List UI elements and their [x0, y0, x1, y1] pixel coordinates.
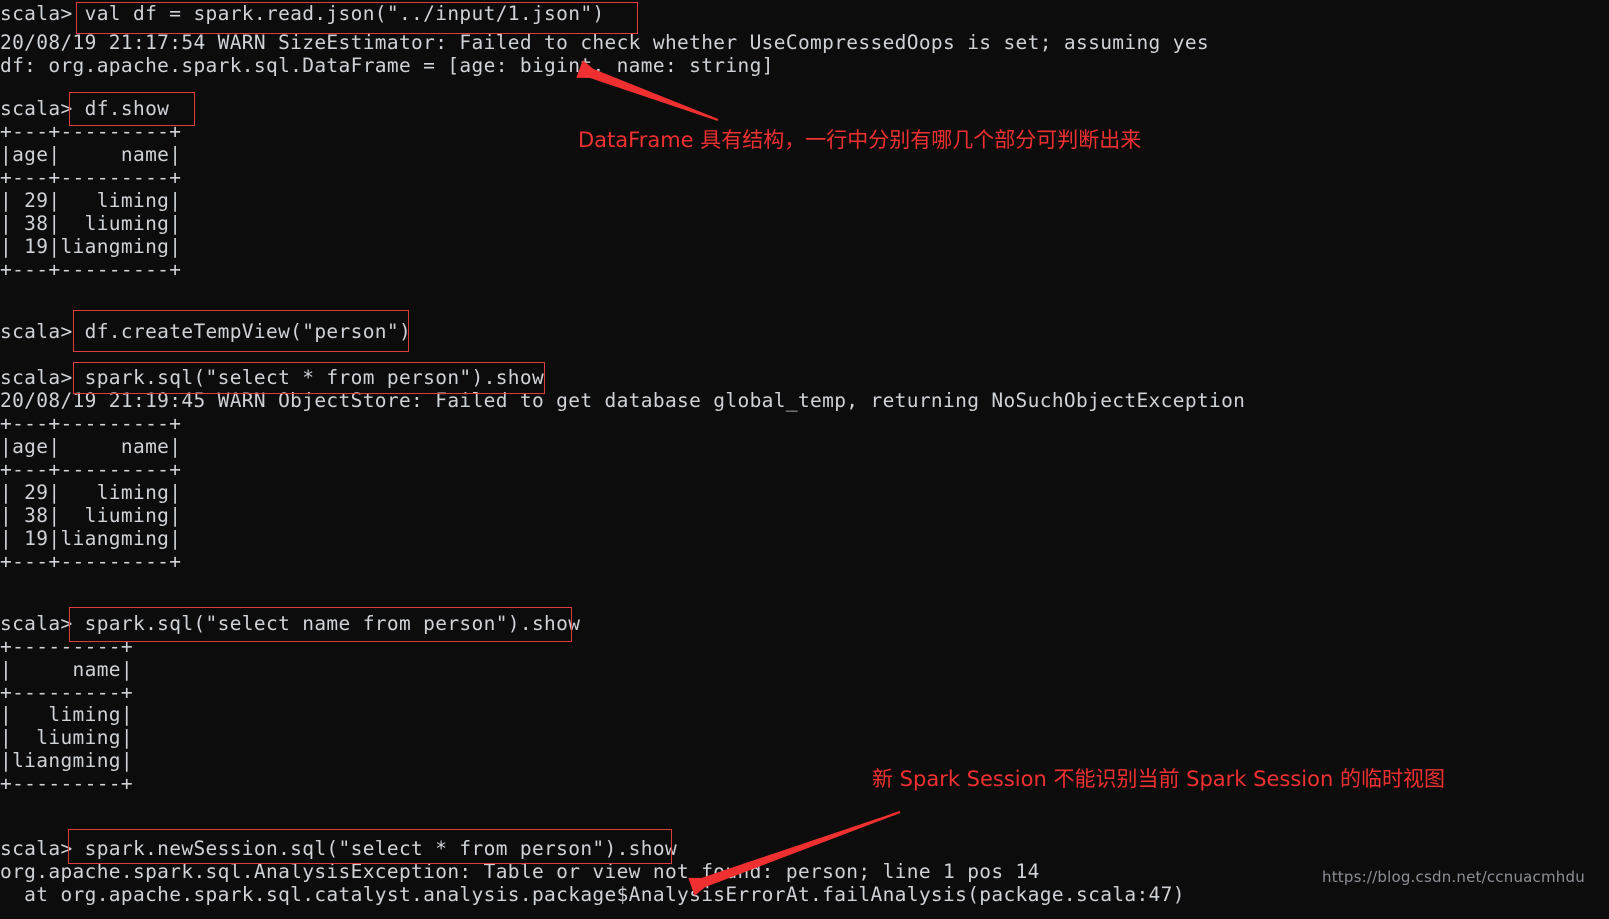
terminal-line: | 19|liangming| — [0, 235, 182, 258]
watermark-url: https://blog.csdn.net/ccnuacmhdu — [1322, 868, 1585, 886]
terminal-line: +---+---------+ — [0, 412, 182, 435]
terminal-line: scala> df.createTempView("person") — [0, 320, 412, 343]
terminal-line: scala> val df = spark.read.json("../inpu… — [0, 2, 605, 25]
terminal-line: |age| name| — [0, 143, 182, 166]
terminal-line: +---------+ — [0, 772, 133, 795]
terminal-line: | liming| — [0, 703, 133, 726]
terminal-line: | 38| liuming| — [0, 212, 182, 235]
terminal-line: at org.apache.spark.sql.catalyst.analysi… — [0, 883, 1185, 906]
terminal-line: +---+---------+ — [0, 166, 182, 189]
terminal-line: +---+---------+ — [0, 458, 182, 481]
annotation-new-session-temp-view: 新 Spark Session 不能识别当前 Spark Session 的临时… — [872, 767, 1445, 791]
terminal-line: |liangming| — [0, 749, 133, 772]
terminal-line: | 19|liangming| — [0, 527, 182, 550]
terminal-line: +---+---------+ — [0, 120, 182, 143]
terminal-line: 20/08/19 21:17:54 WARN SizeEstimator: Fa… — [0, 31, 1209, 54]
terminal-line: org.apache.spark.sql.AnalysisException: … — [0, 860, 1040, 883]
terminal-line: scala> df.show — [0, 97, 170, 120]
terminal-line: | liuming| — [0, 726, 133, 749]
terminal-window[interactable]: scala> val df = spark.read.json("../inpu… — [0, 0, 1609, 919]
terminal-line: scala> spark.sql("select * from person")… — [0, 366, 545, 389]
annotation-dataframe-structure: DataFrame 具有结构，一行中分别有哪几个部分可判断出来 — [578, 128, 1142, 152]
terminal-line: +---+---------+ — [0, 550, 182, 573]
terminal-line: |age| name| — [0, 435, 182, 458]
terminal-line: scala> spark.newSession.sql("select * fr… — [0, 837, 678, 860]
terminal-line: | name| — [0, 658, 133, 681]
terminal-line: +---+---------+ — [0, 258, 182, 281]
terminal-line: | 29| liming| — [0, 189, 182, 212]
terminal-line: 20/08/19 21:19:45 WARN ObjectStore: Fail… — [0, 389, 1246, 412]
terminal-line: | 29| liming| — [0, 481, 182, 504]
terminal-line: +---------+ — [0, 681, 133, 704]
terminal-line: scala> spark.sql("select name from perso… — [0, 612, 581, 635]
terminal-line: +---------+ — [0, 635, 133, 658]
terminal-line: df: org.apache.spark.sql.DataFrame = [ag… — [0, 54, 774, 77]
terminal-line: | 38| liuming| — [0, 504, 182, 527]
